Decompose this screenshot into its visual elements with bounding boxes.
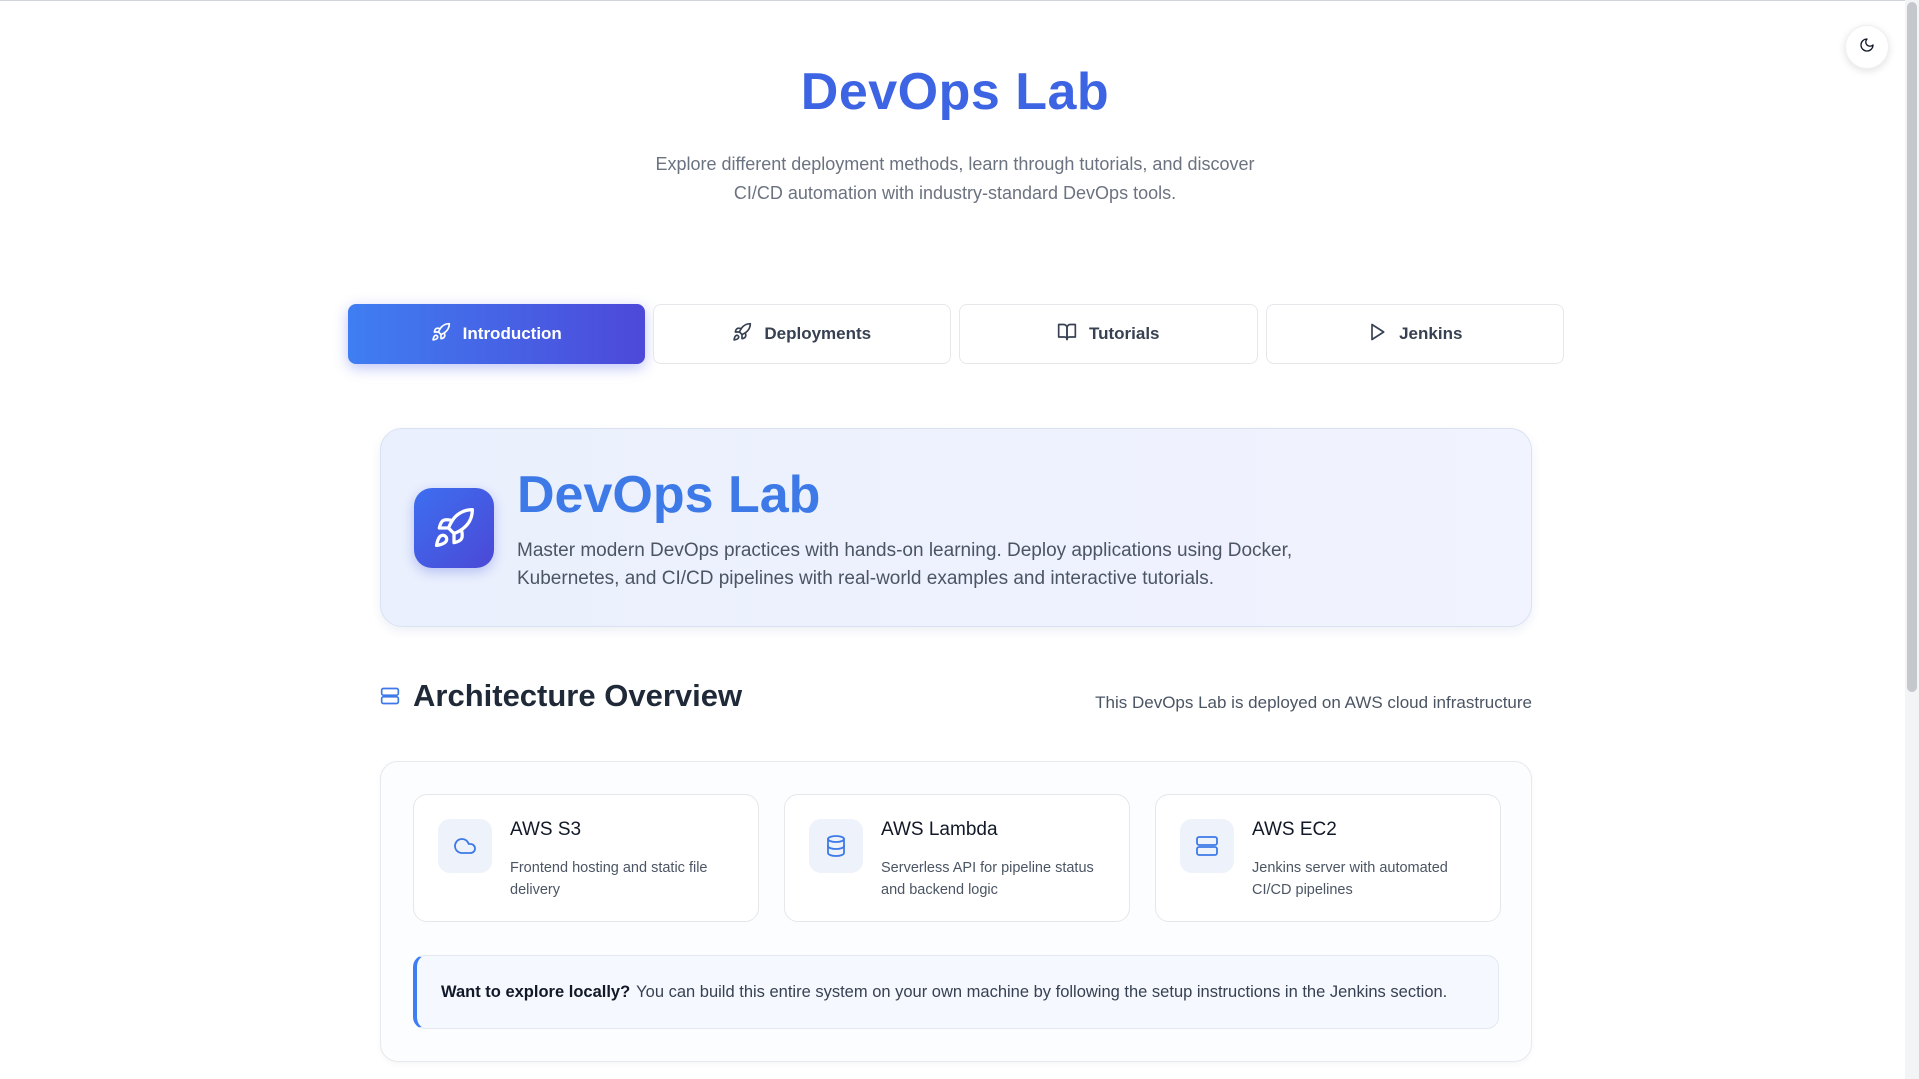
service-name: AWS EC2 xyxy=(1252,819,1337,840)
callout-text: You can build this entire system on your… xyxy=(636,982,1448,1001)
intro-description: Master modern DevOps practices with hand… xyxy=(517,540,1293,589)
section-title: Architecture Overview xyxy=(413,678,743,713)
rocket-icon xyxy=(732,322,752,347)
rocket-icon xyxy=(431,322,451,347)
tab-label: Jenkins xyxy=(1399,324,1463,343)
tab-tutorials[interactable]: Tutorials xyxy=(959,304,1258,364)
local-explore-callout: Want to explore locally? You can build t… xyxy=(413,955,1499,1029)
top-border xyxy=(0,0,1919,1)
tab-bar: Introduction Deployments Tutorials Jenki… xyxy=(348,304,1564,364)
scrollbar[interactable] xyxy=(1905,0,1919,1079)
book-open-icon xyxy=(1057,322,1077,347)
service-name: AWS Lambda xyxy=(881,819,998,840)
rocket-icon xyxy=(414,488,494,568)
tab-introduction[interactable]: Introduction xyxy=(348,304,645,364)
server-icon xyxy=(380,686,400,711)
tab-deployments[interactable]: Deployments xyxy=(652,304,951,364)
intro-card: DevOps Lab Master modern DevOps practice… xyxy=(380,428,1532,627)
service-name: AWS S3 xyxy=(510,819,582,840)
service-card-s3: AWS S3 Frontend hosting and static file … xyxy=(413,794,759,922)
page-subtitle: Explore different deployment methods, le… xyxy=(655,154,1255,203)
tab-label: Tutorials xyxy=(1088,324,1160,343)
service-description: Jenkins server with automated CI/CD pipe… xyxy=(1252,860,1448,898)
server-icon xyxy=(1180,819,1234,873)
tab-label: Deployments xyxy=(764,324,872,343)
service-card-lambda: AWS Lambda Serverless API for pipeline s… xyxy=(784,794,1130,922)
service-card-ec2: AWS EC2 Jenkins server with automated CI… xyxy=(1155,794,1501,922)
tab-jenkins[interactable]: Jenkins xyxy=(1265,304,1564,364)
service-description: Serverless API for pipeline status and b… xyxy=(881,860,1094,898)
section-note: This DevOps Lab is deployed on AWS cloud… xyxy=(1095,693,1532,712)
architecture-header: Architecture Overview This DevOps Lab is… xyxy=(380,676,1532,716)
page-title: DevOps Lab xyxy=(800,63,1110,121)
architecture-panel: AWS S3 Frontend hosting and static file … xyxy=(380,761,1532,1062)
service-description: Frontend hosting and static file deliver… xyxy=(510,860,708,898)
tab-label: Introduction xyxy=(462,324,562,343)
moon-icon xyxy=(1859,37,1875,58)
play-icon xyxy=(1367,322,1387,347)
callout-lead: Want to explore locally? xyxy=(441,982,631,1001)
cloud-icon xyxy=(438,819,492,873)
database-icon xyxy=(809,819,863,873)
intro-title: DevOps Lab xyxy=(517,466,821,524)
